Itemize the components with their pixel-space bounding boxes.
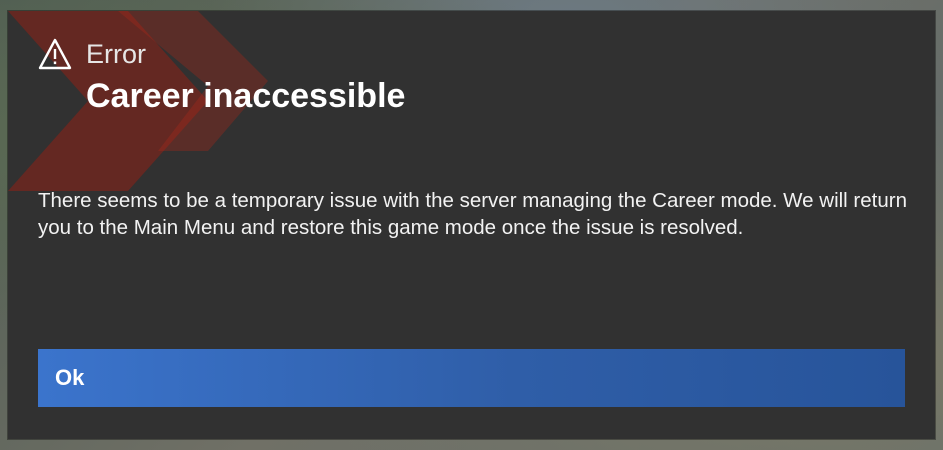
warning-triangle-icon xyxy=(38,38,72,70)
error-label-row: Error xyxy=(38,37,905,71)
ok-button[interactable]: Ok xyxy=(38,349,905,407)
dialog-title: Career inaccessible xyxy=(86,77,406,115)
error-label: Error xyxy=(86,39,146,69)
error-dialog: Error Career inaccessible There seems to… xyxy=(8,11,935,439)
error-message: There seems to be a temporary issue with… xyxy=(38,189,907,239)
dialog-header: Error Career inaccessible xyxy=(38,37,905,117)
